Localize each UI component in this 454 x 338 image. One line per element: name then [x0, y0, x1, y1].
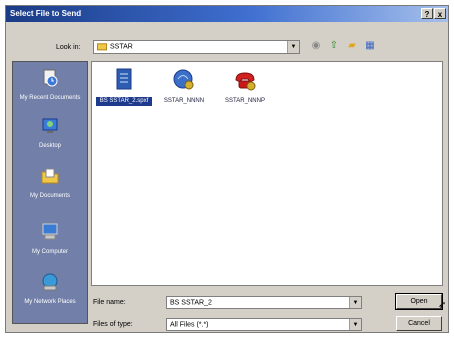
back-icon[interactable]: ◉: [310, 40, 322, 52]
places-bar: My Recent Documents Desktop My Documents…: [12, 61, 88, 324]
look-in-label: Look in:: [56, 44, 81, 51]
phone-file-icon: [235, 72, 256, 91]
folder-icon: [97, 43, 107, 51]
recent-documents-icon: [43, 69, 58, 87]
files-of-type-dropdown[interactable]: All Files (*.*) ▼: [166, 318, 362, 331]
file-item[interactable]: SSTAR_NNNN: [154, 68, 214, 106]
cancel-button[interactable]: Cancel: [396, 316, 442, 331]
file-list[interactable]: BS SSTAR_2.spxf SSTAR_NNNN SSTAR_NNNP: [91, 61, 443, 286]
title-bar: Select File to Send ? x: [6, 6, 448, 22]
new-folder-icon[interactable]: ▰: [346, 40, 358, 52]
chevron-down-icon[interactable]: ▼: [349, 319, 361, 330]
chevron-down-icon[interactable]: ▼: [287, 41, 299, 53]
my-documents-icon: [41, 168, 59, 184]
place-my-computer[interactable]: My Computer: [13, 222, 87, 256]
document-file-icon: [116, 68, 132, 90]
network-file-icon: [173, 69, 194, 90]
open-button[interactable]: Open: [395, 293, 443, 310]
file-name-input[interactable]: BS SSTAR_2 ▼: [166, 296, 362, 309]
place-my-recent-documents[interactable]: My Recent Documents: [13, 68, 87, 102]
network-places-icon: [42, 273, 58, 291]
mouse-pointer-icon: ➶: [438, 300, 447, 311]
file-name-label: File name:: [93, 299, 126, 306]
file-dialog: Select File to Send ? x Look in: SSTAR ▼…: [5, 5, 449, 333]
my-computer-icon: [42, 223, 58, 240]
help-button[interactable]: ?: [421, 8, 433, 19]
file-item[interactable]: SSTAR_NNNP: [214, 68, 276, 106]
file-item[interactable]: BS SSTAR_2.spxf: [96, 68, 152, 106]
up-folder-icon[interactable]: ⇧: [328, 40, 340, 52]
place-my-documents[interactable]: My Documents: [13, 166, 87, 200]
place-my-network-places[interactable]: My Network Places: [13, 272, 87, 306]
desktop-icon: [42, 118, 58, 133]
chevron-down-icon[interactable]: ▼: [349, 297, 361, 308]
view-menu-icon[interactable]: ▦: [364, 40, 376, 52]
place-desktop[interactable]: Desktop: [13, 116, 87, 150]
window-title: Select File to Send: [10, 9, 82, 18]
look-in-dropdown[interactable]: SSTAR ▼: [93, 40, 300, 54]
look-in-value: SSTAR: [110, 43, 133, 51]
close-button[interactable]: x: [434, 8, 446, 19]
files-of-type-label: Files of type:: [93, 321, 133, 328]
